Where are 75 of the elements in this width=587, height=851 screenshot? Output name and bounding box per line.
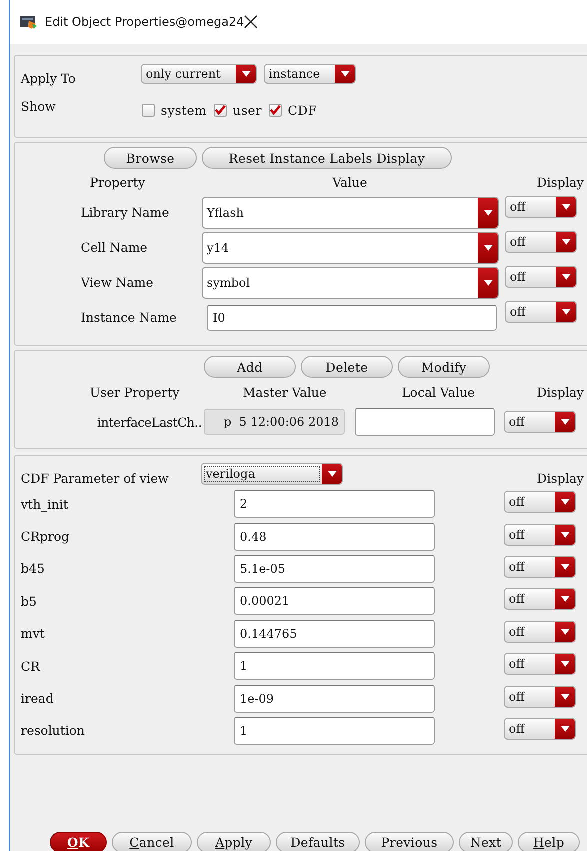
field-label: Apply To	[21, 70, 77, 86]
field-label: Library Name	[81, 205, 170, 220]
value-field[interactable]: 0.48	[234, 522, 435, 551]
checkbox[interactable]	[269, 104, 282, 116]
column-header: Display	[537, 384, 584, 400]
column-header: Property	[89, 174, 146, 190]
value-field[interactable]: 5.1e-05	[234, 554, 435, 583]
field-label: CR	[21, 658, 42, 674]
target-dropdown[interactable]: instance	[264, 64, 356, 84]
window-title: Edit Object Properties@omega24	[45, 15, 244, 29]
display-dropdown[interactable]: off	[504, 653, 576, 676]
checkbox[interactable]	[214, 104, 227, 116]
field-label: CDF Parameter of view	[21, 470, 170, 486]
field-label: Cell Name	[81, 240, 149, 255]
value-field[interactable]: 1	[234, 652, 435, 680]
column-header: Display	[537, 174, 584, 190]
value-field[interactable]: 0.00021	[234, 587, 435, 616]
view-dropdown[interactable]: veriloga	[201, 463, 343, 485]
column-header: User Property	[89, 384, 181, 400]
display-dropdown[interactable]: off	[504, 718, 576, 740]
checkbox-label: user	[232, 102, 262, 118]
toolbar-button[interactable]: Add	[204, 356, 296, 378]
field-label: Instance Name	[81, 310, 178, 325]
app-icon	[20, 15, 37, 29]
toolbar-button[interactable]: Modify	[398, 356, 490, 378]
ok-button[interactable]: OK	[50, 832, 107, 851]
local-value-field[interactable]	[355, 408, 495, 436]
display-dropdown[interactable]: off	[504, 491, 576, 514]
field-label: Show	[21, 98, 57, 114]
close-icon[interactable]	[244, 15, 258, 29]
display-dropdown[interactable]: off	[504, 620, 576, 643]
field-label: iread	[21, 691, 55, 706]
toolbar-button[interactable]: Reset Instance Labels Display	[202, 147, 452, 169]
display-dropdown[interactable]: off	[504, 588, 576, 610]
toolbar-button[interactable]: Browse	[104, 147, 197, 169]
field-label: CRprog	[21, 529, 70, 544]
value-dropdown[interactable]: y14	[202, 232, 499, 264]
display-dropdown[interactable]: off	[504, 524, 576, 546]
dialog-button[interactable]: Help	[518, 832, 580, 851]
display-dropdown[interactable]: off	[505, 301, 577, 323]
master-value-field[interactable]: p 5 12:00:06 2018	[204, 409, 345, 435]
value-dropdown[interactable]: symbol	[202, 266, 499, 298]
field-label: vth_init	[21, 496, 70, 512]
display-dropdown[interactable]: off	[505, 231, 577, 253]
column-header: Local Value	[401, 384, 476, 400]
checkbox[interactable]	[142, 104, 155, 116]
display-dropdown[interactable]: off	[504, 686, 576, 708]
checkbox-label: CDF	[288, 102, 318, 118]
display-dropdown[interactable]: off	[504, 411, 576, 433]
value-field[interactable]: 2	[234, 490, 435, 518]
dialog-button[interactable]: Apply	[197, 832, 271, 851]
column-header: Display	[537, 470, 584, 486]
field-label: resolution	[21, 723, 86, 738]
field-label: b5	[21, 594, 38, 609]
value-field[interactable]: 0.144765	[234, 620, 435, 648]
display-dropdown[interactable]: off	[504, 556, 576, 578]
value-dropdown[interactable]: Yflash	[202, 196, 499, 228]
field-label: b45	[21, 561, 46, 576]
field-label: View Name	[81, 275, 155, 290]
field-label: interfaceLastCh..	[96, 414, 202, 430]
dialog-button[interactable]: Defaults	[276, 832, 360, 851]
column-header: Master Value	[242, 384, 328, 400]
display-dropdown[interactable]: off	[505, 266, 577, 288]
display-dropdown[interactable]: off	[505, 196, 577, 218]
field-label: mvt	[21, 626, 46, 642]
checkbox-label: system	[161, 102, 207, 118]
scope-dropdown[interactable]: only current	[141, 64, 257, 84]
dialog-button[interactable]: Next	[459, 832, 513, 851]
column-header: Value	[332, 174, 368, 190]
toolbar-button[interactable]: Delete	[301, 356, 393, 378]
value-field[interactable]: 1	[234, 716, 435, 745]
value-field[interactable]: 1e-09	[234, 684, 435, 713]
dialog-button[interactable]: Cancel	[112, 832, 192, 851]
text-field[interactable]: I0	[207, 304, 497, 330]
dialog-button[interactable]: Previous	[365, 832, 454, 851]
